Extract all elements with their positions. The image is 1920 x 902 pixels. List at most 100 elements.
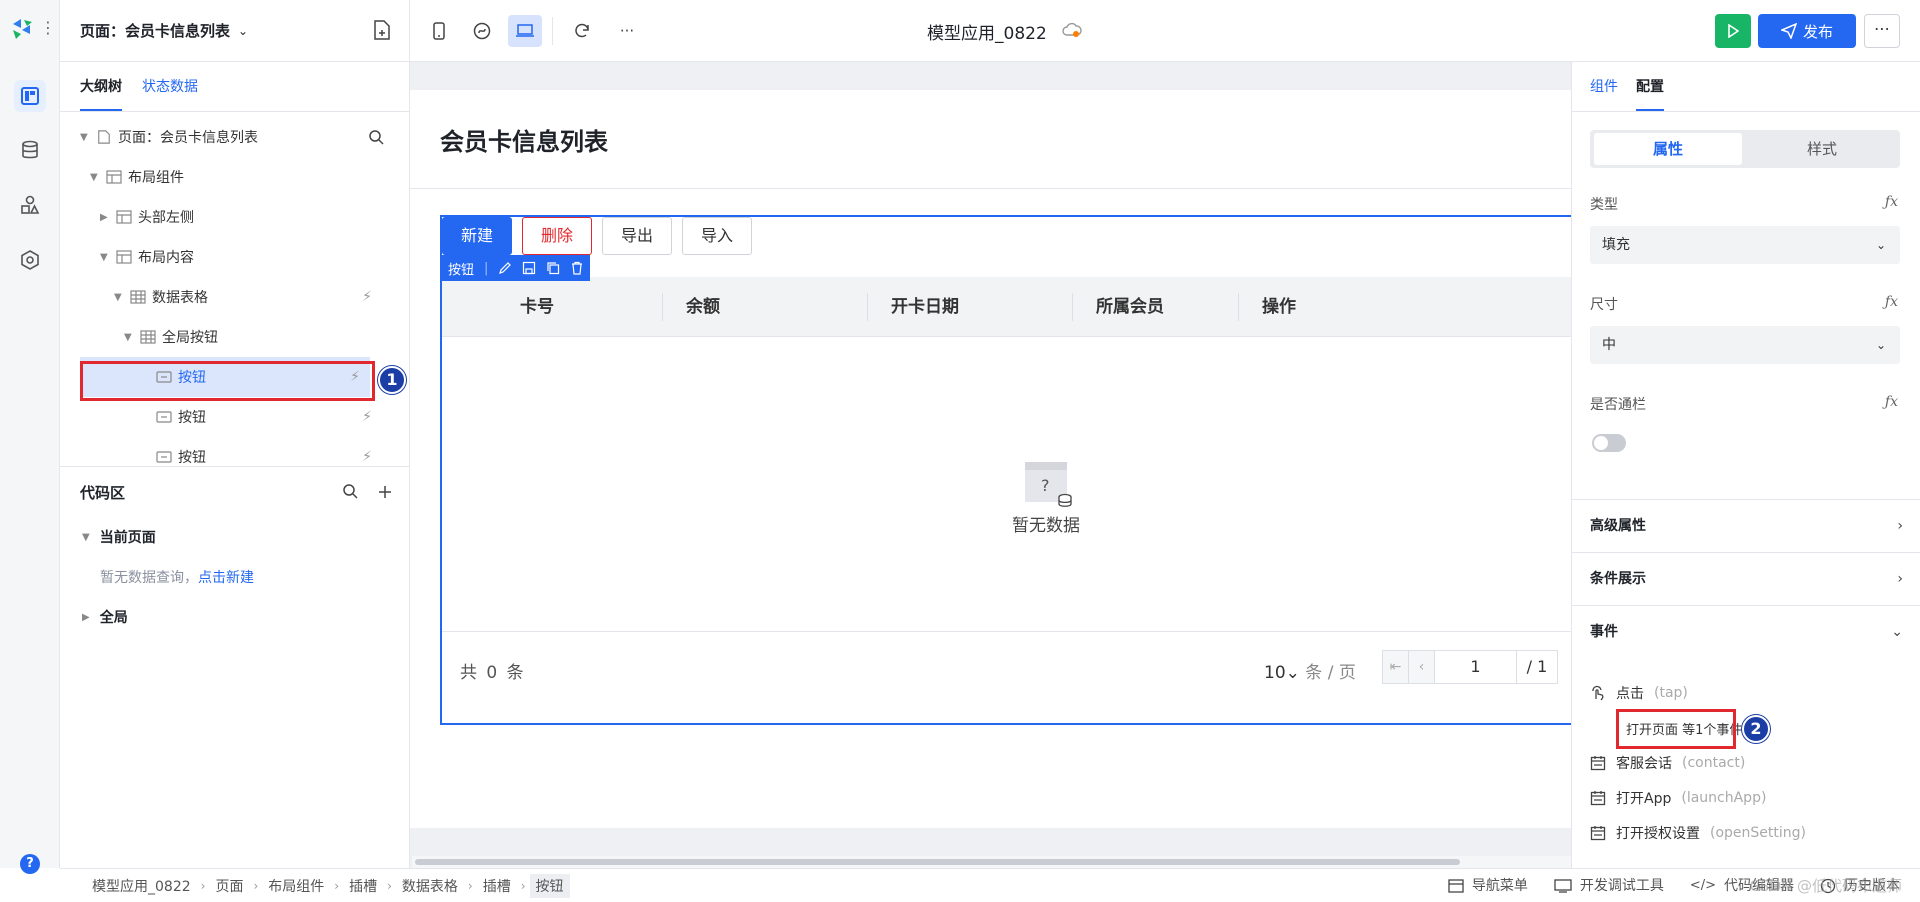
breadcrumb-item[interactable]: 页面: [209, 874, 249, 898]
nav-menu-tool[interactable]: 导航菜单: [1448, 869, 1528, 902]
page-selector[interactable]: 页面：会员卡信息列表 ⌄: [60, 0, 409, 62]
column-header[interactable]: 所属会员: [1096, 277, 1164, 337]
page-number-input[interactable]: 1: [1435, 651, 1517, 683]
create-button[interactable]: 新建: [442, 217, 513, 255]
prev-page-icon[interactable]: ‹: [1409, 651, 1435, 683]
outline-icon[interactable]: [14, 80, 46, 112]
tab-components[interactable]: 组件: [1590, 62, 1618, 111]
miniprogram-view-icon[interactable]: [465, 15, 499, 47]
column-header[interactable]: 开卡日期: [891, 277, 959, 337]
copy-icon[interactable]: [546, 261, 560, 275]
code-editor-tool[interactable]: </> 代码编辑器: [1690, 869, 1794, 902]
tree-item-header-left[interactable]: ▶ 头部左侧: [60, 197, 409, 237]
database-icon[interactable]: [14, 134, 46, 166]
tab-outline-tree[interactable]: 大纲树: [80, 62, 122, 111]
caret-down-icon: ▼: [80, 131, 88, 143]
size-select[interactable]: 中 ⌄: [1590, 326, 1900, 364]
tree-item-layout[interactable]: ▼ 布局组件: [60, 157, 409, 197]
fx-icon[interactable]: ƒx: [1885, 194, 1898, 210]
publish-button[interactable]: 发布: [1758, 14, 1856, 48]
data-table[interactable]: 新建 删除 导出 导入 卡号 余额 开卡日期 所属会员 操作 按钮 | ? 暂无…: [440, 215, 1571, 725]
caret-right-icon: ▶: [100, 211, 108, 223]
bottom-bar: 模型应用_0822 › 页面 › 布局组件 › 插槽 › 数据表格 › 插槽 › 按钮 导航…: [60, 868, 1920, 902]
breadcrumb-item[interactable]: 数据表格: [396, 874, 464, 898]
help-icon[interactable]: ?: [20, 854, 40, 874]
chevron-down-icon: ⌄: [1285, 663, 1300, 683]
column-header[interactable]: 操作: [1262, 277, 1296, 337]
tree-item-layout-content[interactable]: ▼ 布局内容: [60, 237, 409, 277]
preview-run-button[interactable]: [1715, 14, 1751, 48]
new-page-icon[interactable]: [373, 20, 391, 44]
edit-icon[interactable]: [498, 261, 512, 275]
search-icon[interactable]: [342, 483, 358, 504]
tab-state-data[interactable]: 状态数据: [142, 62, 198, 111]
history-tool[interactable]: 历史版本: [1820, 869, 1900, 902]
tree-item-button[interactable]: 按钮 ⚡: [60, 437, 409, 466]
column-header[interactable]: 卡号: [520, 277, 554, 337]
more-options-icon[interactable]: ···: [610, 15, 644, 47]
event-bolt-icon[interactable]: ⚡: [362, 289, 372, 305]
settings-icon[interactable]: [14, 244, 46, 276]
page-size-value: 10: [1264, 663, 1286, 683]
import-button[interactable]: 导入: [682, 217, 753, 255]
event-open-setting[interactable]: 打开授权设置 (openSetting): [1590, 823, 1806, 843]
add-icon[interactable]: [378, 483, 392, 504]
page-size-select[interactable]: 10⌄ 条 / 页: [1264, 658, 1356, 683]
config-panel: 组件 配置 属性 样式 类型 ƒx 填充 ⌄ 尺寸 ƒx 中 ⌄ 是否通栏 ƒx…: [1571, 62, 1920, 868]
code-empty-hint: 暂无数据查询， 点击新建: [60, 557, 410, 597]
table-footer: 共 0 条 10⌄ 条 / 页 ⇤ ‹ 1 / 1: [442, 632, 1571, 712]
tree-item-data-table[interactable]: ▼ 数据表格 ⚡: [60, 277, 409, 317]
column-header[interactable]: 余额: [686, 277, 720, 337]
advanced-props-section[interactable]: 高级属性 ›: [1572, 499, 1920, 552]
desktop-view-icon[interactable]: [508, 15, 542, 47]
fx-icon[interactable]: ƒx: [1885, 294, 1898, 310]
events-section[interactable]: 事件 ⌄: [1572, 605, 1920, 658]
delete-button[interactable]: 删除: [522, 217, 593, 255]
button-icon: [156, 411, 172, 423]
block-toggle[interactable]: [1592, 434, 1626, 452]
refresh-icon[interactable]: [565, 15, 599, 47]
caret-down-icon: ▼: [82, 531, 90, 543]
section-title: 高级属性: [1590, 518, 1646, 534]
tree-item-button[interactable]: 按钮 ⚡: [60, 397, 409, 437]
code-current-page[interactable]: ▼ 当前页面: [60, 517, 410, 557]
segment-style[interactable]: 样式: [1748, 133, 1896, 165]
scrollbar-thumb[interactable]: [415, 859, 1460, 865]
tree-item-page[interactable]: ▼ 页面：会员卡信息列表: [60, 117, 409, 157]
breadcrumb-item[interactable]: 插槽: [343, 874, 383, 898]
more-menu-button[interactable]: ⋯: [1864, 14, 1900, 48]
event-contact[interactable]: 客服会话 (contact): [1590, 753, 1745, 773]
event-bolt-icon[interactable]: ⚡: [362, 409, 372, 425]
event-launch-app[interactable]: 打开App (launchApp): [1590, 788, 1766, 808]
segment-properties[interactable]: 属性: [1594, 133, 1742, 165]
fx-icon[interactable]: ƒx: [1885, 394, 1898, 410]
tool-label: 开发调试工具: [1579, 878, 1664, 894]
left-rail: ⋮ ?: [0, 0, 60, 874]
tree-item-label: 布局组件: [128, 170, 184, 186]
code-global[interactable]: ▶ 全局: [60, 597, 410, 637]
event-tap[interactable]: 点击 (tap): [1590, 683, 1688, 703]
tree-item-global-buttons[interactable]: ▼ 全局按钮: [60, 317, 409, 357]
breadcrumb-item[interactable]: 插槽: [477, 874, 517, 898]
search-icon[interactable]: [368, 129, 384, 149]
save-icon[interactable]: [522, 261, 536, 275]
total-count: 共 0 条: [460, 658, 526, 683]
debug-tool[interactable]: 开发调试工具: [1554, 869, 1664, 902]
horizontal-scrollbar[interactable]: [412, 856, 1571, 868]
components-icon[interactable]: [14, 189, 46, 221]
first-page-icon[interactable]: ⇤: [1383, 651, 1409, 683]
export-button[interactable]: 导出: [602, 217, 673, 255]
event-bolt-icon[interactable]: ⚡: [362, 449, 372, 465]
conditional-display-section[interactable]: 条件展示 ›: [1572, 552, 1920, 605]
breadcrumb-item[interactable]: 模型应用_0822: [86, 874, 197, 898]
delete-icon[interactable]: [570, 261, 584, 275]
breadcrumb-item[interactable]: 布局组件: [262, 874, 330, 898]
page-divider: [410, 188, 1571, 189]
create-new-link[interactable]: 点击新建: [198, 567, 254, 587]
type-select[interactable]: 填充 ⌄: [1590, 226, 1900, 264]
mobile-view-icon[interactable]: [422, 15, 456, 47]
more-apps-icon[interactable]: ⋮: [40, 18, 56, 37]
tab-config[interactable]: 配置: [1636, 62, 1664, 111]
chevron-right-icon: ›: [334, 878, 340, 893]
breadcrumb-item-current[interactable]: 按钮: [529, 873, 570, 898]
